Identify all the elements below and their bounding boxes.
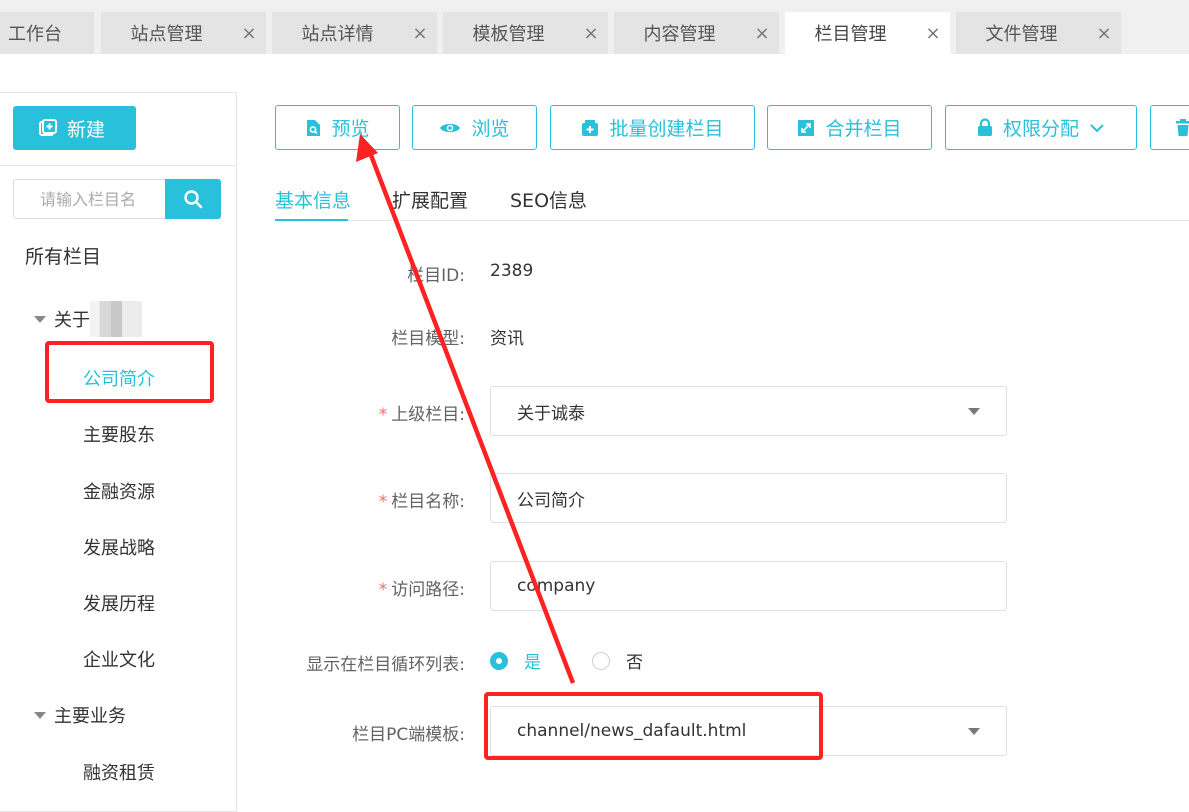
file-search-icon xyxy=(307,119,321,136)
subtab-basic-info[interactable]: 基本信息 xyxy=(275,186,351,213)
tree-root-all-columns[interactable]: 所有栏目 xyxy=(25,242,101,269)
tab-file-management[interactable]: 文件管理 × xyxy=(956,12,1121,54)
batch-create-button[interactable]: 批量创建栏目 xyxy=(550,105,755,150)
tree-item-leasing[interactable]: 融资租赁 xyxy=(83,759,155,785)
required-mark: * xyxy=(378,580,388,600)
preview-button[interactable]: 预览 xyxy=(275,105,400,150)
tree-item-culture[interactable]: 企业文化 xyxy=(83,646,155,672)
close-icon[interactable]: × xyxy=(1087,23,1121,44)
tree-node-about[interactable]: 关于 xyxy=(34,301,142,337)
access-path-label: * 访问路径: xyxy=(379,575,465,600)
close-icon[interactable]: × xyxy=(232,23,266,44)
tab-label: 文件管理 xyxy=(985,24,1058,45)
parent-column-select[interactable]: 关于诚泰 xyxy=(490,386,1007,436)
access-path-input[interactable]: company xyxy=(490,561,1007,611)
tab-site-detail[interactable]: 站点详情 × xyxy=(272,12,437,54)
column-name-label: * 栏目名称: xyxy=(379,487,465,512)
dropdown-arrow-icon xyxy=(968,728,980,735)
tab-label: 站点管理 xyxy=(130,24,203,45)
tab-label: 内容管理 xyxy=(643,24,716,45)
tree-item-history[interactable]: 发展历程 xyxy=(83,590,155,616)
required-mark: * xyxy=(378,405,388,425)
search-icon xyxy=(184,190,203,209)
column-search xyxy=(13,179,221,219)
tab-site-management[interactable]: 站点管理 × xyxy=(101,12,266,54)
show-yes-radio[interactable]: 是 xyxy=(490,648,541,673)
close-icon[interactable]: × xyxy=(745,23,779,44)
add-icon xyxy=(39,119,57,136)
batch-add-icon xyxy=(582,119,599,136)
tree-node-main-business[interactable]: 主要业务 xyxy=(34,702,126,728)
show-in-loop-label: 显示在栏目循环列表: xyxy=(306,655,465,675)
redacted-blur xyxy=(90,301,142,337)
new-button-label: 新建 xyxy=(67,118,106,141)
show-no-radio[interactable]: 否 xyxy=(592,648,643,673)
required-mark: * xyxy=(378,492,388,512)
caret-down-icon[interactable] xyxy=(34,315,46,323)
parent-column-label: * 上级栏目: xyxy=(379,400,465,425)
column-model-label: 栏目模型: xyxy=(391,329,465,349)
radio-label-no: 否 xyxy=(626,653,643,673)
permission-button[interactable]: 权限分配 xyxy=(945,105,1137,150)
subtab-seo-info[interactable]: SEO信息 xyxy=(510,186,587,213)
close-icon[interactable]: × xyxy=(403,23,437,44)
tab-content-management[interactable]: 内容管理 × xyxy=(614,12,779,54)
chevron-down-icon xyxy=(1090,123,1104,132)
tab-label: 栏目管理 xyxy=(814,24,887,45)
merge-button[interactable]: 合并栏目 xyxy=(767,105,932,150)
tab-template-management[interactable]: 模板管理 × xyxy=(443,12,608,54)
column-tree-sidebar: 新建 所有栏目 关于 公司简介 主要股东 金融资源 发展战略 发展历程 企业文化… xyxy=(0,92,237,812)
tree-item-financial-resources[interactable]: 金融资源 xyxy=(83,478,155,504)
parent-column-label-text: 上级栏目: xyxy=(391,405,465,425)
tree-node-label: 关于 xyxy=(54,310,90,331)
column-id-value: 2389 xyxy=(490,261,534,281)
batch-create-label: 批量创建栏目 xyxy=(609,118,724,140)
tree-item-strategy[interactable]: 发展战略 xyxy=(83,534,155,560)
trash-icon xyxy=(1176,118,1189,136)
radio-checked-icon xyxy=(490,651,508,670)
tree-item-shareholders[interactable]: 主要股东 xyxy=(83,421,155,447)
radio-label-yes: 是 xyxy=(524,653,541,673)
lock-icon xyxy=(977,118,992,136)
column-id-label: 栏目ID: xyxy=(407,266,465,286)
new-column-button[interactable]: 新建 xyxy=(13,106,136,150)
tab-label: 工作台 xyxy=(8,24,62,45)
tab-bar: 工作台 站点管理 × 站点详情 × 模板管理 × 内容管理 × 栏目管理 × 文件管理 × xyxy=(0,0,1189,54)
preview-label: 预览 xyxy=(331,118,370,140)
tab-label: 站点详情 xyxy=(301,24,374,45)
pc-template-select[interactable]: channel/news_dafault.html xyxy=(490,706,1007,756)
subtab-extended-config[interactable]: 扩展配置 xyxy=(392,186,468,213)
eye-icon xyxy=(440,123,461,132)
close-icon[interactable]: × xyxy=(916,23,950,44)
parent-column-value: 关于诚泰 xyxy=(517,403,585,424)
close-icon[interactable]: × xyxy=(574,23,608,44)
tab-label: 模板管理 xyxy=(472,24,545,45)
column-name-input[interactable]: 公司简介 xyxy=(490,473,1007,523)
pc-template-value: channel/news_dafault.html xyxy=(517,721,747,741)
permission-label: 权限分配 xyxy=(1002,118,1079,140)
pc-template-label: 栏目PC端模板: xyxy=(352,725,465,745)
column-name-label-text: 栏目名称: xyxy=(391,492,465,512)
tree-node-label: 主要业务 xyxy=(54,706,126,727)
browse-label: 浏览 xyxy=(471,118,510,140)
merge-icon xyxy=(798,119,815,136)
access-path-label-text: 访问路径: xyxy=(391,580,465,600)
tab-workbench[interactable]: 工作台 xyxy=(0,12,94,54)
access-path-value: company xyxy=(517,576,596,596)
column-search-input[interactable] xyxy=(13,179,166,219)
search-button[interactable] xyxy=(165,179,221,219)
column-name-value: 公司简介 xyxy=(517,490,585,511)
column-model-value: 资讯 xyxy=(490,329,524,349)
subtab-active-indicator xyxy=(275,219,348,221)
dropdown-arrow-icon xyxy=(968,408,980,415)
browse-button[interactable]: 浏览 xyxy=(412,105,537,150)
merge-label: 合并栏目 xyxy=(825,118,902,140)
radio-unchecked-icon xyxy=(592,651,610,670)
caret-down-icon[interactable] xyxy=(34,711,46,719)
tree-item-company-profile[interactable]: 公司简介 xyxy=(83,365,155,391)
divider xyxy=(0,165,236,166)
subtab-divider xyxy=(275,220,1189,221)
tab-column-management[interactable]: 栏目管理 × xyxy=(785,12,950,54)
delete-button[interactable] xyxy=(1150,105,1189,150)
